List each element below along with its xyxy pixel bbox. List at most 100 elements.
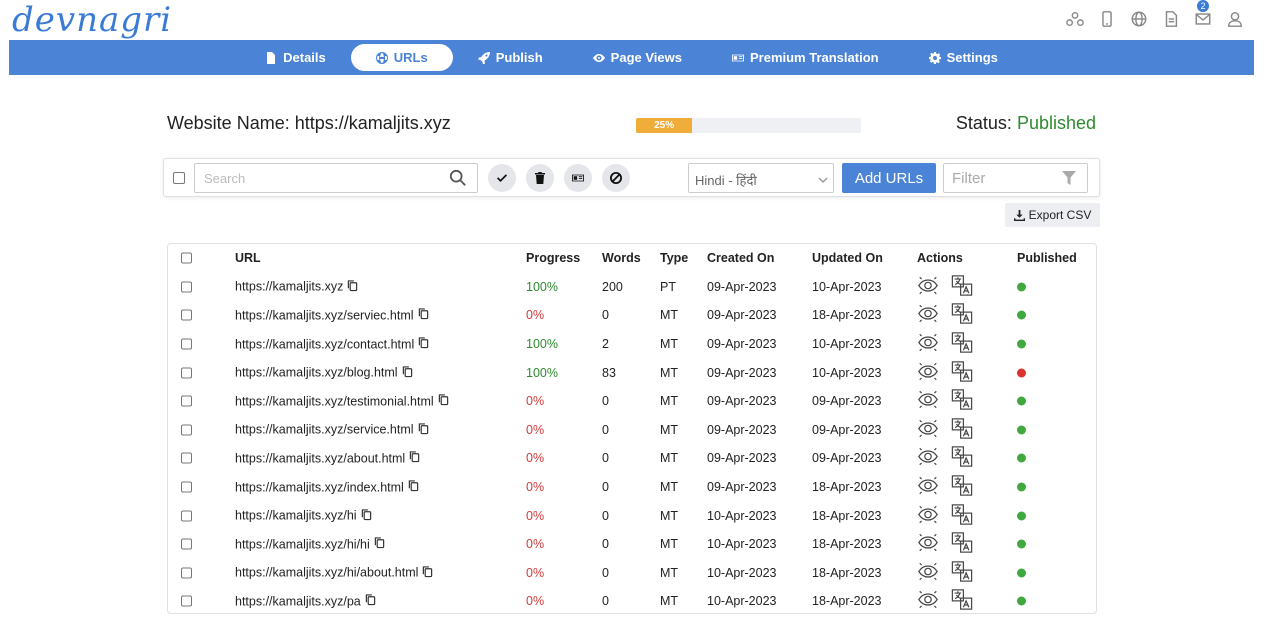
delete-button[interactable] <box>526 164 554 192</box>
copy-icon[interactable] <box>409 451 420 466</box>
copy-icon[interactable] <box>438 394 449 409</box>
url-link[interactable]: https://kamaljits.xyz/index.html <box>235 480 404 494</box>
globe-icon[interactable] <box>1130 8 1148 30</box>
published-status-dot[interactable] <box>1017 482 1026 492</box>
view-icon[interactable] <box>917 532 939 557</box>
view-icon[interactable] <box>917 303 939 328</box>
view-icon[interactable] <box>917 503 939 528</box>
assign-button[interactable] <box>564 164 592 192</box>
published-status-dot[interactable] <box>1017 425 1026 435</box>
header-checkbox[interactable] <box>181 252 192 264</box>
row-checkbox[interactable] <box>181 424 192 436</box>
search-icon[interactable] <box>449 169 467 187</box>
copy-icon[interactable] <box>365 594 376 609</box>
published-status-dot[interactable] <box>1017 511 1026 521</box>
translate-icon[interactable] <box>951 475 973 500</box>
user-icon[interactable] <box>1226 8 1244 30</box>
main-nav: Details URLs Publish Page Views Premium … <box>9 40 1254 75</box>
search-input[interactable] <box>195 164 435 192</box>
filter-input[interactable] <box>944 164 1054 192</box>
view-icon[interactable] <box>917 274 939 299</box>
tab-urls[interactable]: URLs <box>350 44 453 71</box>
view-icon[interactable] <box>917 360 939 385</box>
url-link[interactable]: https://kamaljits.xyz/service.html <box>235 423 414 437</box>
copy-icon[interactable] <box>402 365 413 380</box>
published-status-dot[interactable] <box>1017 339 1026 349</box>
tab-page-views[interactable]: Page Views <box>568 44 707 71</box>
select-all-checkbox[interactable] <box>173 172 185 184</box>
copy-icon[interactable] <box>408 480 419 495</box>
copy-icon[interactable] <box>418 422 429 437</box>
tab-details[interactable]: Details <box>240 44 351 71</box>
translate-icon[interactable] <box>951 503 973 528</box>
view-icon[interactable] <box>917 389 939 414</box>
row-checkbox[interactable] <box>181 395 192 407</box>
tab-publish[interactable]: Publish <box>453 44 568 71</box>
translate-icon[interactable] <box>951 417 973 442</box>
copy-icon[interactable] <box>361 508 372 523</box>
disable-button[interactable] <box>602 164 630 192</box>
published-status-dot[interactable] <box>1017 368 1026 378</box>
brand-logo[interactable]: devnagri <box>12 0 172 40</box>
url-link[interactable]: https://kamaljits.xyz <box>235 280 343 294</box>
tab-settings[interactable]: Settings <box>904 44 1023 71</box>
row-checkbox[interactable] <box>181 595 192 607</box>
language-select[interactable]: Hindi - हिंदी <box>688 163 834 193</box>
network-icon[interactable] <box>1066 8 1084 30</box>
translate-icon[interactable] <box>951 389 973 414</box>
view-icon[interactable] <box>917 475 939 500</box>
url-link[interactable]: https://kamaljits.xyz/about.html <box>235 451 405 465</box>
mobile-icon[interactable] <box>1098 8 1116 30</box>
row-checkbox[interactable] <box>181 538 192 550</box>
view-icon[interactable] <box>917 560 939 585</box>
document-icon[interactable] <box>1162 8 1180 30</box>
view-icon[interactable] <box>917 446 939 471</box>
copy-icon[interactable] <box>418 337 429 352</box>
row-checkbox[interactable] <box>181 481 192 493</box>
published-status-dot[interactable] <box>1017 539 1026 549</box>
add-urls-button[interactable]: Add URLs <box>842 163 936 193</box>
published-status-dot[interactable] <box>1017 453 1026 463</box>
published-status-dot[interactable] <box>1017 568 1026 578</box>
published-status-dot[interactable] <box>1017 396 1026 406</box>
view-icon[interactable] <box>917 417 939 442</box>
row-checkbox[interactable] <box>181 452 192 464</box>
view-icon[interactable] <box>917 332 939 357</box>
row-checkbox[interactable] <box>181 281 192 293</box>
url-link[interactable]: https://kamaljits.xyz/hi <box>235 509 357 523</box>
url-link[interactable]: https://kamaljits.xyz/blog.html <box>235 366 398 380</box>
filter-icon[interactable] <box>1062 171 1076 190</box>
mail-icon[interactable]: 2 <box>1194 0 1212 30</box>
table-row: https://kamaljits.xyz 100% 200 PT 09-Apr-202… <box>168 273 1096 302</box>
tab-premium-translation[interactable]: Premium Translation <box>707 44 904 71</box>
published-status-dot[interactable] <box>1017 310 1026 320</box>
url-link[interactable]: https://kamaljits.xyz/contact.html <box>235 337 414 351</box>
published-status-dot[interactable] <box>1017 282 1026 292</box>
translate-icon[interactable] <box>951 446 973 471</box>
translate-icon[interactable] <box>951 332 973 357</box>
row-checkbox[interactable] <box>181 367 192 379</box>
row-checkbox[interactable] <box>181 338 192 350</box>
row-checkbox[interactable] <box>181 309 192 321</box>
row-checkbox[interactable] <box>181 510 192 522</box>
published-status-dot[interactable] <box>1017 596 1026 606</box>
translate-icon[interactable] <box>951 589 973 614</box>
view-icon[interactable] <box>917 589 939 614</box>
url-link[interactable]: https://kamaljits.xyz/pa <box>235 594 361 608</box>
approve-button[interactable] <box>488 164 516 192</box>
copy-icon[interactable] <box>422 565 433 580</box>
copy-icon[interactable] <box>374 537 385 552</box>
translate-icon[interactable] <box>951 360 973 385</box>
copy-icon[interactable] <box>418 308 429 323</box>
copy-icon[interactable] <box>347 279 358 294</box>
url-link[interactable]: https://kamaljits.xyz/serviec.html <box>235 308 414 322</box>
url-link[interactable]: https://kamaljits.xyz/hi/hi <box>235 537 370 551</box>
row-checkbox[interactable] <box>181 567 192 579</box>
translate-icon[interactable] <box>951 532 973 557</box>
export-csv-button[interactable]: Export CSV <box>1005 203 1100 227</box>
translate-icon[interactable] <box>951 560 973 585</box>
url-link[interactable]: https://kamaljits.xyz/testimonial.html <box>235 394 434 408</box>
translate-icon[interactable] <box>951 274 973 299</box>
translate-icon[interactable] <box>951 303 973 328</box>
url-link[interactable]: https://kamaljits.xyz/hi/about.html <box>235 566 418 580</box>
